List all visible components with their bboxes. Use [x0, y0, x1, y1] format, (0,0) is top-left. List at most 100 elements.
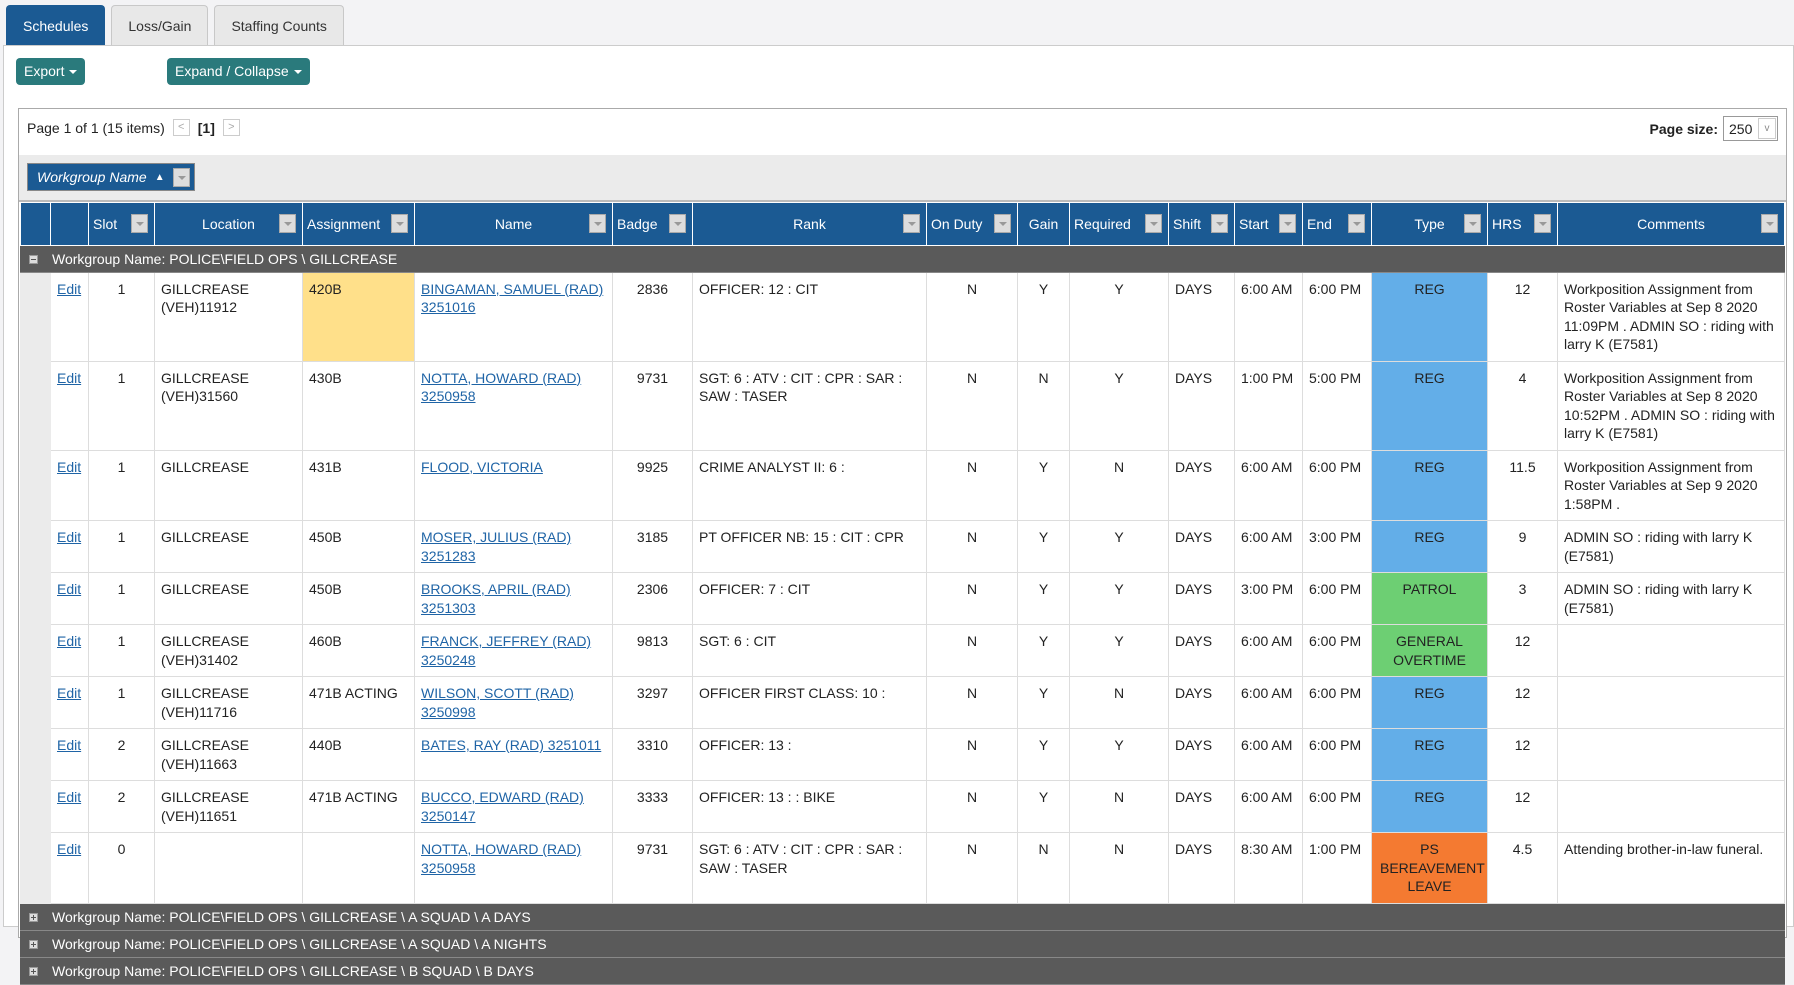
edit-link[interactable]: Edit [57, 459, 81, 475]
edit-link[interactable]: Edit [57, 737, 81, 753]
column-header-end[interactable]: End [1302, 203, 1372, 246]
column-header-start[interactable]: Start [1234, 203, 1303, 246]
employee-link[interactable]: FRANCK, JEFFREY (RAD) 3250248 [421, 633, 591, 668]
indent-cell [20, 780, 51, 833]
assignment-value: 450B [309, 529, 342, 545]
export-button[interactable]: Export [16, 58, 86, 85]
column-header-slot[interactable]: Slot [88, 203, 155, 246]
filter-dropdown-icon[interactable] [589, 214, 606, 233]
expand-icon[interactable] [29, 913, 38, 923]
filter-dropdown-icon[interactable] [1211, 214, 1228, 233]
tab-loss-gain[interactable]: Loss/Gain [111, 5, 209, 45]
filter-dropdown-icon[interactable] [669, 214, 686, 233]
edit-link[interactable]: Edit [57, 685, 81, 701]
rank-cell: OFFICER: 13 : : BIKE [692, 780, 927, 833]
employee-link[interactable]: BUCCO, EDWARD (RAD) 3250147 [421, 789, 584, 824]
filter-dropdown-icon[interactable] [1348, 214, 1365, 233]
caret-down-icon [69, 70, 78, 75]
table-row: Edit 1 GILLCREASE 431B FLOOD, VICTORIA 9925 CR… [20, 449, 1785, 521]
assignment-value: 460B [309, 633, 342, 649]
column-label: Required [1074, 215, 1131, 232]
column-header-hrs[interactable]: HRS [1487, 203, 1558, 246]
column-header-location[interactable]: Location [154, 203, 303, 246]
column-label: Assignment [307, 215, 381, 232]
tab-schedules[interactable]: Schedules [6, 5, 106, 45]
collapse-icon[interactable] [29, 255, 38, 265]
employee-link[interactable]: MOSER, JULIUS (RAD) 3251283 [421, 529, 571, 564]
employee-link[interactable]: NOTTA, HOWARD (RAD) 3250958 [421, 370, 581, 405]
current-page[interactable]: [1] [198, 120, 215, 136]
prev-page-button[interactable]: < [172, 119, 190, 136]
edit-link[interactable]: Edit [57, 789, 81, 805]
filter-dropdown-icon[interactable] [994, 214, 1011, 233]
page-size: Page size: 250 v [1650, 116, 1778, 141]
start-value: 6:00 AM [1241, 737, 1293, 753]
column-header-required[interactable]: Required [1069, 203, 1169, 246]
filter-dropdown-icon[interactable] [1279, 214, 1296, 233]
column-header-name[interactable]: Name [414, 203, 613, 246]
filter-dropdown-icon[interactable] [903, 214, 920, 233]
expand-icon[interactable] [29, 940, 38, 950]
edit-link[interactable]: Edit [57, 370, 81, 386]
column-header-on-duty[interactable]: On Duty [926, 203, 1018, 246]
rank-value: SGT: 6 : ATV : CIT : CPR : SAR : SAW : T… [699, 841, 903, 876]
column-header-gain[interactable]: Gain [1017, 203, 1070, 246]
type-value: REG [1414, 529, 1445, 545]
employee-link[interactable]: BROOKS, APRIL (RAD) 3251303 [421, 581, 571, 616]
expand-icon[interactable] [29, 967, 38, 977]
filter-dropdown-icon[interactable] [391, 214, 408, 233]
slot-value: 2 [117, 789, 126, 805]
required-cell: Y [1069, 572, 1169, 625]
next-page-button[interactable]: > [222, 119, 240, 136]
shift-cell: DAYS [1168, 360, 1235, 451]
expand-collapse-button[interactable]: Expand / Collapse [167, 58, 310, 85]
edit-link[interactable]: Edit [57, 633, 81, 649]
filter-dropdown-icon[interactable] [172, 167, 190, 187]
required-value: Y [1114, 280, 1124, 297]
filter-dropdown-icon[interactable] [1761, 214, 1778, 233]
required-cell: Y [1069, 520, 1169, 573]
group-row[interactable]: Workgroup Name: POLICE\FIELD OPS \ GILLC… [20, 902, 1785, 931]
type-cell: REG [1371, 360, 1488, 451]
assignment-value: 471B ACTING [309, 789, 398, 805]
tab-staffing-counts[interactable]: Staffing Counts [214, 5, 344, 45]
employee-link[interactable]: WILSON, SCOTT (RAD) 3250998 [421, 685, 574, 720]
filter-dropdown-icon[interactable] [1464, 214, 1481, 233]
sort-asc-icon[interactable]: ▲ [155, 172, 165, 183]
gain-cell: N [1017, 360, 1070, 451]
edit-link[interactable]: Edit [57, 529, 81, 545]
location-cell: GILLCREASE [154, 520, 303, 573]
end-cell: 6:00 PM [1302, 271, 1372, 362]
type-value: REG [1414, 685, 1445, 701]
rank-cell: CRIME ANALYST II: 6 : [692, 449, 927, 521]
filter-dropdown-icon[interactable] [1145, 214, 1162, 233]
edit-link[interactable]: Edit [57, 281, 81, 297]
group-row[interactable]: Workgroup Name: POLICE\FIELD OPS \ GILLC… [20, 244, 1785, 273]
filter-dropdown-icon[interactable] [131, 214, 148, 233]
column-header-shift[interactable]: Shift [1168, 203, 1235, 246]
column-header-assignment[interactable]: Assignment [302, 203, 415, 246]
column-header-rank[interactable]: Rank [692, 203, 927, 246]
shift-value: DAYS [1175, 280, 1213, 297]
start-cell: 6:00 AM [1234, 449, 1303, 521]
employee-link[interactable]: BINGAMAN, SAMUEL (RAD) 3251016 [421, 281, 603, 316]
page-size-select[interactable]: 250 v [1723, 116, 1778, 141]
filter-dropdown-icon[interactable] [1534, 214, 1551, 233]
location-cell: GILLCREASE (VEH)11663 [154, 728, 303, 781]
tab-bar: Schedules Loss/Gain Staffing Counts [6, 5, 344, 45]
expand-collapse-label: Expand / Collapse [175, 63, 289, 79]
employee-link[interactable]: BATES, RAY (RAD) 3251011 [421, 737, 601, 753]
employee-link[interactable]: NOTTA, HOWARD (RAD) 3250958 [421, 841, 581, 876]
edit-link[interactable]: Edit [57, 581, 81, 597]
group-chip-workgroup-name[interactable]: Workgroup Name ▲ [27, 163, 195, 191]
column-header-type[interactable]: Type [1371, 203, 1488, 246]
edit-link[interactable]: Edit [57, 841, 81, 857]
name-cell: BINGAMAN, SAMUEL (RAD) 3251016 [414, 271, 613, 362]
column-header-comments[interactable]: Comments [1557, 203, 1785, 246]
employee-link[interactable]: FLOOD, VICTORIA [421, 459, 543, 475]
filter-dropdown-icon[interactable] [279, 214, 296, 233]
column-header-badge[interactable]: Badge [612, 203, 693, 246]
hrs-cell: 12 [1487, 780, 1558, 833]
group-row[interactable]: Workgroup Name: POLICE\FIELD OPS \ GILLC… [20, 929, 1785, 958]
group-row[interactable]: Workgroup Name: POLICE\FIELD OPS \ GILLC… [20, 956, 1785, 985]
